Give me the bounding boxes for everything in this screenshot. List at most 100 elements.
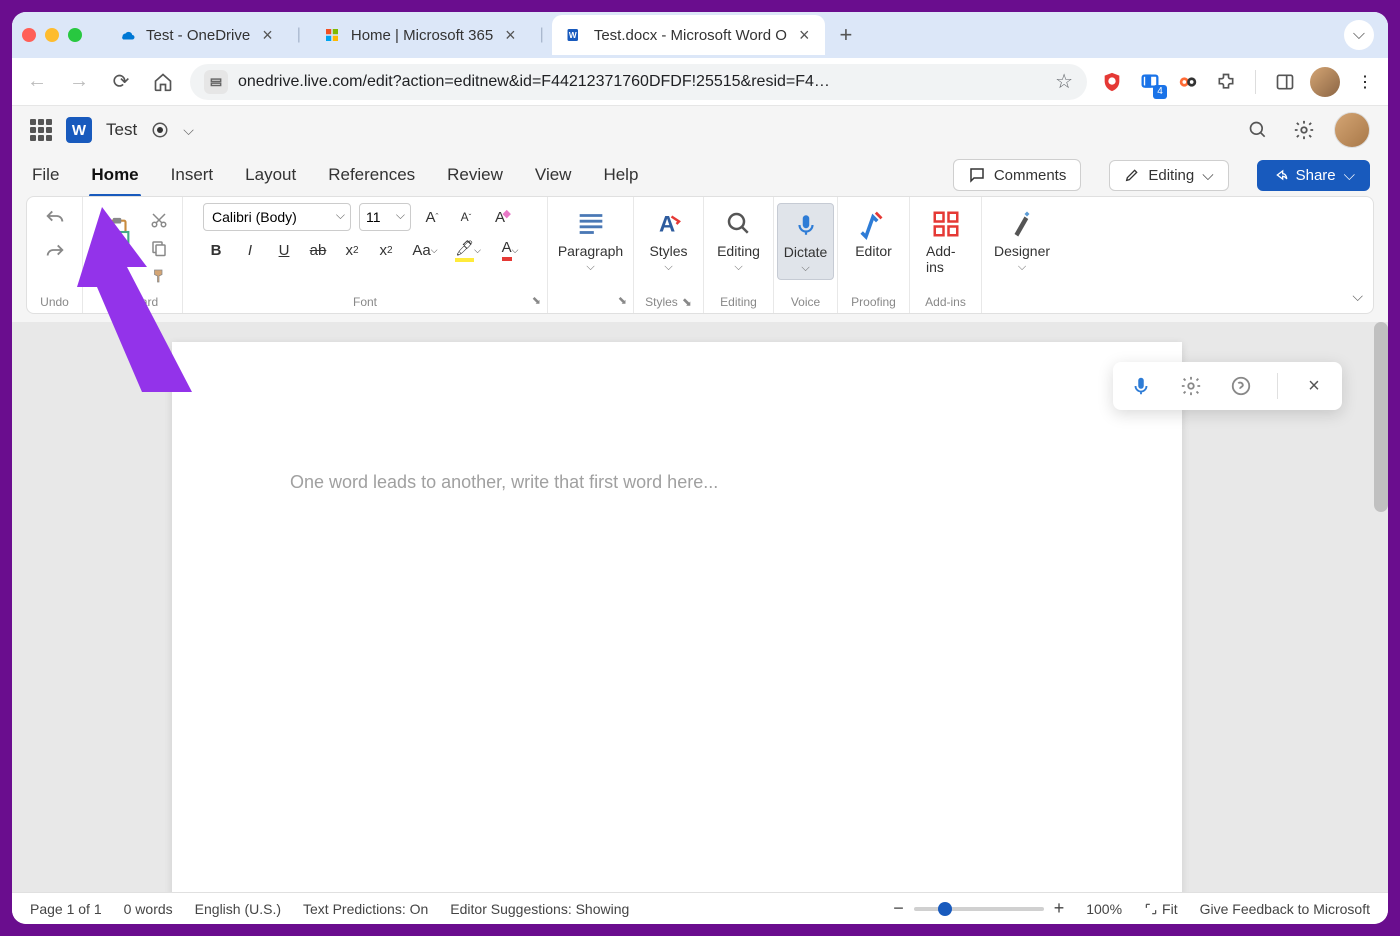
layout-menu[interactable]: Layout	[243, 159, 298, 191]
new-tab-button[interactable]: +	[829, 22, 862, 48]
word-icon: W	[566, 26, 584, 44]
insert-menu[interactable]: Insert	[169, 159, 216, 191]
tab-close-button[interactable]: ×	[797, 25, 812, 46]
find-button[interactable]: Editing ⌵	[711, 203, 766, 278]
bold-button[interactable]: B	[203, 237, 229, 263]
editor-button[interactable]: Editor	[849, 203, 898, 263]
references-menu[interactable]: References	[326, 159, 417, 191]
maximize-window-button[interactable]	[68, 28, 82, 42]
format-painter-button[interactable]	[146, 263, 172, 289]
zoom-out-button[interactable]: −	[893, 898, 904, 919]
browser-tab[interactable]: Test - OneDrive ×	[104, 15, 289, 55]
styles-group-label: Styles ⬊	[645, 293, 692, 309]
extensions-button[interactable]	[1213, 69, 1239, 95]
ublock-icon[interactable]	[1099, 69, 1125, 95]
file-menu[interactable]: File	[30, 159, 61, 191]
review-menu[interactable]: Review	[445, 159, 505, 191]
save-status-icon[interactable]	[151, 121, 169, 139]
superscript-button[interactable]: x2	[373, 237, 399, 263]
paragraph-button[interactable]: Paragraph ⌵	[552, 203, 629, 278]
browser-menu-button[interactable]: ⋮	[1352, 69, 1378, 95]
vertical-scrollbar[interactable]	[1374, 322, 1388, 512]
back-button[interactable]: ←	[22, 67, 52, 97]
clear-format-button[interactable]: A◆	[487, 204, 513, 230]
word-count[interactable]: 0 words	[124, 901, 173, 917]
zoom-thumb[interactable]	[938, 902, 952, 916]
editor-label: Editor	[855, 243, 892, 259]
designer-button[interactable]: Designer ⌵	[988, 203, 1056, 278]
document-name[interactable]: Test	[106, 120, 137, 140]
editor-suggestions[interactable]: Editor Suggestions: Showing	[450, 901, 629, 917]
user-avatar[interactable]	[1334, 112, 1370, 148]
close-window-button[interactable]	[22, 28, 36, 42]
document-page[interactable]: One word leads to another, write that fi…	[172, 342, 1182, 892]
styles-button[interactable]: A Styles ⌵	[643, 203, 693, 278]
text-predictions[interactable]: Text Predictions: On	[303, 901, 428, 917]
search-button[interactable]	[1242, 114, 1274, 146]
copy-button[interactable]	[146, 235, 172, 261]
cut-button[interactable]	[146, 207, 172, 233]
reload-button[interactable]: ⟳	[106, 67, 136, 97]
font-color-button[interactable]: A ⌵	[493, 237, 527, 263]
subscript-button[interactable]: x2	[339, 237, 365, 263]
sidepanel-button[interactable]	[1272, 69, 1298, 95]
font-dialog-launcher[interactable]: ⬊	[532, 294, 541, 307]
styles-dialog-launcher[interactable]: ⬊	[682, 295, 692, 309]
settings-button[interactable]	[1288, 114, 1320, 146]
editing-group-label: Editing	[720, 293, 757, 309]
change-case-button[interactable]: Aa ⌵	[407, 237, 443, 263]
dictate-label: Dictate	[784, 244, 828, 260]
addins-button[interactable]: Add-ins	[920, 203, 971, 279]
tab-close-button[interactable]: ×	[260, 25, 275, 46]
zoom-control: − +	[893, 898, 1064, 919]
browser-tab[interactable]: Home | Microsoft 365 ×	[309, 15, 532, 55]
zoom-in-button[interactable]: +	[1054, 898, 1065, 919]
word-logo-icon: W	[66, 117, 92, 143]
highlight-button[interactable]: 🖊 ⌵	[451, 237, 485, 263]
tab-close-button[interactable]: ×	[503, 25, 518, 46]
extension-icon[interactable]: 4	[1137, 69, 1163, 95]
fit-button[interactable]: Fit	[1144, 901, 1178, 917]
language[interactable]: English (U.S.)	[195, 901, 281, 917]
redo-button[interactable]	[42, 237, 68, 263]
home-menu[interactable]: Home	[89, 159, 140, 191]
browser-profile-button[interactable]	[1310, 67, 1340, 97]
dictate-mic-button[interactable]	[1127, 372, 1155, 400]
strikethrough-button[interactable]: ab	[305, 237, 331, 263]
paste-button[interactable]: Paste ⌵	[93, 210, 141, 287]
paragraph-icon	[574, 207, 608, 241]
page-number[interactable]: Page 1 of 1	[30, 901, 102, 917]
ribbon-collapse-button[interactable]: ⌵	[1352, 288, 1363, 305]
tabs-dropdown-button[interactable]: ⌵	[1344, 20, 1374, 50]
zoom-slider[interactable]	[914, 907, 1044, 911]
underline-button[interactable]: U	[271, 237, 297, 263]
dictate-close-button[interactable]: ×	[1300, 372, 1328, 400]
browser-tab-active[interactable]: W Test.docx - Microsoft Word O ×	[552, 15, 826, 55]
paragraph-dialog-launcher[interactable]: ⬊	[618, 294, 627, 307]
zoom-level[interactable]: 100%	[1086, 901, 1122, 917]
address-bar[interactable]: onedrive.live.com/edit?action=editnew&id…	[190, 64, 1087, 100]
dictate-help-button[interactable]	[1227, 372, 1255, 400]
font-family-select[interactable]	[203, 203, 351, 231]
comments-button[interactable]: Comments	[953, 159, 1082, 191]
minimize-window-button[interactable]	[45, 28, 59, 42]
view-menu[interactable]: View	[533, 159, 574, 191]
editing-mode-button[interactable]: Editing ⌵	[1109, 160, 1228, 191]
home-button[interactable]	[148, 67, 178, 97]
font-size-select[interactable]	[359, 203, 411, 231]
undo-button[interactable]	[42, 203, 68, 229]
share-button[interactable]: Share ⌵	[1257, 160, 1370, 191]
help-menu[interactable]: Help	[601, 159, 640, 191]
forward-button[interactable]: →	[64, 67, 94, 97]
dictate-settings-button[interactable]	[1177, 372, 1205, 400]
bookmark-button[interactable]: ☆	[1055, 69, 1073, 94]
site-info-button[interactable]	[204, 70, 228, 94]
italic-button[interactable]: I	[237, 237, 263, 263]
grow-font-button[interactable]: Aˆ	[419, 204, 445, 230]
dictate-button[interactable]: Dictate ⌵	[777, 203, 835, 280]
feedback-link[interactable]: Give Feedback to Microsoft	[1200, 901, 1370, 917]
shrink-font-button[interactable]: Aˇ	[453, 204, 479, 230]
app-launcher-button[interactable]	[30, 119, 52, 141]
doc-menu-chevron[interactable]: ⌵	[183, 122, 194, 139]
extension-icon[interactable]	[1175, 69, 1201, 95]
